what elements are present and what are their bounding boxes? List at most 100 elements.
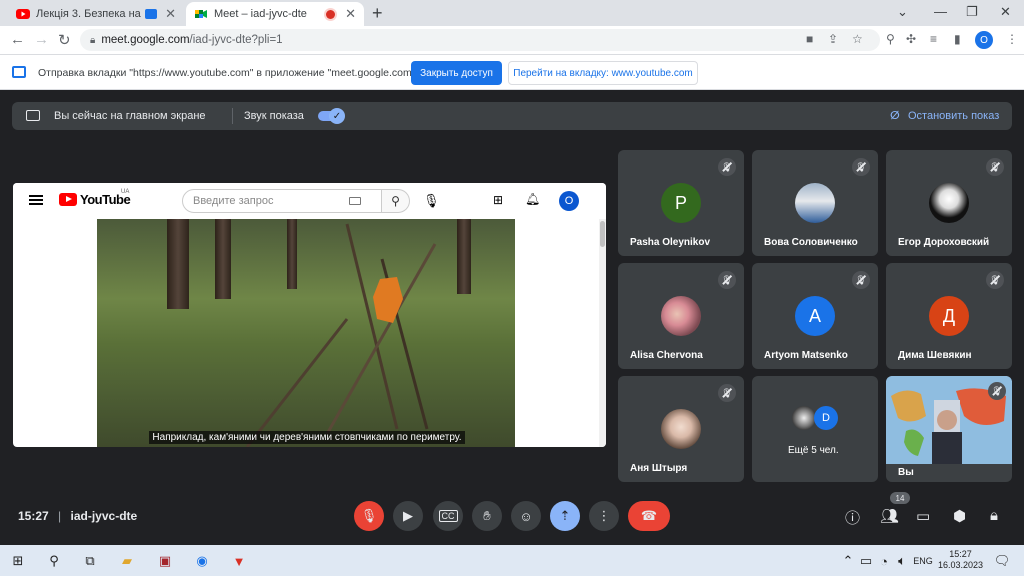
taskbar-clock[interactable]: 15:27 16.03.2023 xyxy=(938,549,983,571)
close-tab-icon[interactable]: ✕ xyxy=(345,6,356,22)
screen-share-icon xyxy=(12,66,26,78)
notifications-icon[interactable]: 🗨︎ xyxy=(992,551,1012,571)
participant-tile[interactable]: 🎙︎ P Pasha Oleynikov xyxy=(618,150,744,256)
menu-kebab-icon[interactable]: ⋮ xyxy=(1006,32,1018,46)
create-video-icon[interactable]: ⊞ xyxy=(493,193,503,207)
participant-photo xyxy=(661,409,701,449)
leave-call-button[interactable]: ☎︎ xyxy=(628,501,670,531)
bookmark-star-icon[interactable]: ☆ xyxy=(852,32,863,46)
profile-avatar[interactable]: O xyxy=(975,31,993,49)
divider xyxy=(232,108,233,124)
stop-sharing-button[interactable]: Закрыть доступ xyxy=(411,61,502,85)
camera-icon: ▶ xyxy=(403,508,413,523)
captions-button[interactable]: CC xyxy=(433,501,463,531)
page-scrollbar[interactable] xyxy=(599,219,606,447)
participant-name: Дима Шевякин xyxy=(898,350,972,361)
present-icon: ⇡ xyxy=(559,508,571,523)
file-explorer-icon[interactable]: ▰ xyxy=(117,551,137,571)
chrome-icon[interactable]: ◉ xyxy=(192,551,212,571)
participant-tile[interactable]: 🎙︎ Аня Штыря xyxy=(618,376,744,482)
microphone-button[interactable]: 🎙︎ xyxy=(354,501,384,531)
new-tab-button[interactable]: + xyxy=(372,3,383,24)
present-screen-button[interactable]: ⇡ xyxy=(550,501,580,531)
battery-icon[interactable]: ▭ xyxy=(856,551,876,571)
camera-button[interactable]: ▶ xyxy=(393,501,423,531)
hamburger-menu-icon[interactable] xyxy=(29,195,43,205)
extension-icon[interactable]: ⚲ xyxy=(886,32,895,46)
side-panel-icon[interactable]: ▮ xyxy=(954,32,961,46)
divider: | xyxy=(58,509,62,523)
app-icon[interactable]: ▼ xyxy=(229,551,249,571)
youtube-search-button[interactable]: ⚲ xyxy=(382,189,410,213)
task-view-icon[interactable]: ⧉ xyxy=(80,551,100,571)
youtube-avatar[interactable]: O xyxy=(559,191,579,211)
self-tile[interactable]: 🎙︎ Вы xyxy=(886,376,1012,482)
tab-search-icon[interactable]: ⌄ xyxy=(897,4,908,20)
media-controls-icon[interactable]: ≡ xyxy=(930,32,937,46)
tab-youtube[interactable]: Лекція 3. Безпека на приро ✕ xyxy=(8,2,184,26)
captions-icon: CC xyxy=(438,510,458,522)
close-window-button[interactable]: ✕ xyxy=(1000,4,1011,20)
clock-time: 15:27 xyxy=(949,549,972,559)
puzzle-icon[interactable]: ✣ xyxy=(906,32,916,46)
muted-mic-icon: 🎙︎ xyxy=(718,384,736,402)
tab-meet[interactable]: Meet – iad-jyvc-dte ✕ xyxy=(186,2,364,26)
sharing-badge-icon xyxy=(145,9,158,19)
show-hidden-icons-icon[interactable]: ⌃ xyxy=(838,551,858,571)
participant-tile[interactable]: 🎙︎ Д Дима Шевякин xyxy=(886,263,1012,369)
more-participants-tile[interactable]: D Ещё 5 чел. xyxy=(752,376,878,482)
participant-tile[interactable]: 🎙︎ A Artyom Matsenko xyxy=(752,263,878,369)
youtube-logo-icon[interactable] xyxy=(59,193,77,206)
stop-presenting-button[interactable]: Остановить показ xyxy=(908,110,999,122)
camera-in-use-icon[interactable]: ■ xyxy=(806,32,813,46)
back-button[interactable]: ← xyxy=(10,31,25,48)
search-icon[interactable]: ⚲ xyxy=(44,551,64,571)
network-icon[interactable]: ◔ xyxy=(874,551,894,571)
participant-name: Pasha Oleynikov xyxy=(630,237,711,248)
chat-icon[interactable]: ▭ xyxy=(916,507,930,525)
mic-off-icon: 🎙︎ xyxy=(360,508,378,523)
muted-mic-icon: 🎙︎ xyxy=(852,158,870,176)
present-screen-icon xyxy=(26,110,40,121)
tab-strip: Лекція 3. Безпека на приро ✕ Meet – iad-… xyxy=(0,0,1024,26)
participant-tile[interactable]: 🎙︎ Вова Соловиченко xyxy=(752,150,878,256)
raise-hand-button[interactable]: ✋︎ xyxy=(472,501,502,531)
keyboard-icon[interactable] xyxy=(349,197,361,205)
video-player[interactable]: Наприклад, кам'яними чи дерев'яними стов… xyxy=(97,219,515,447)
participant-name: Вы xyxy=(898,467,914,478)
reactions-button[interactable]: ☺ xyxy=(511,501,541,531)
microphone-icon[interactable]: 🎙︎ xyxy=(423,193,440,209)
host-controls-icon[interactable]: 🔒︎ xyxy=(990,507,998,524)
hand-icon: ✋︎ xyxy=(483,508,491,523)
close-tab-icon[interactable]: ✕ xyxy=(165,6,176,22)
more-options-button[interactable]: ⋮ xyxy=(589,501,619,531)
notifications-bell-icon[interactable]: 🔔︎ xyxy=(525,192,540,206)
participant-avatar: Д xyxy=(929,296,969,336)
windows-start-icon[interactable]: ⊞ xyxy=(8,551,28,571)
restore-button[interactable]: ❐ xyxy=(966,4,978,20)
participant-tile[interactable]: 🎙︎ Егор Дороховский xyxy=(886,150,1012,256)
meeting-details-icon[interactable]: ⓘ xyxy=(845,507,860,528)
muted-mic-icon: 🎙︎ xyxy=(986,158,1004,176)
people-icon[interactable]: 👥︎ xyxy=(880,507,899,525)
save-disk-icon[interactable]: ▣ xyxy=(155,551,175,571)
share-audio-label: Звук показа xyxy=(244,110,304,122)
volume-icon[interactable]: 🔈︎ xyxy=(892,551,912,571)
more-vert-icon: ⋮ xyxy=(597,508,611,523)
forward-button[interactable]: → xyxy=(34,31,49,48)
participant-tile[interactable]: 🎙︎ Alisa Chervona xyxy=(618,263,744,369)
language-indicator[interactable]: ENG xyxy=(912,551,934,571)
presenting-bar: Вы сейчас на главном экране Звук показа … xyxy=(12,102,1012,130)
participant-photo xyxy=(929,183,969,223)
share-audio-toggle[interactable]: ✓ xyxy=(318,108,345,124)
url-field[interactable]: 🔒︎ meet.google.com/iad-jyvc-dte?pli=1 xyxy=(80,29,880,51)
activities-icon[interactable]: ⬢ xyxy=(953,507,966,525)
muted-mic-icon: 🎙︎ xyxy=(718,158,736,176)
participant-name: Artyom Matsenko xyxy=(764,350,848,361)
switch-to-tab-button[interactable]: Перейти на вкладку: www.youtube.com xyxy=(508,61,698,85)
check-icon: ✓ xyxy=(329,108,345,124)
sharing-message: Отправка вкладки "https://www.youtube.co… xyxy=(38,67,425,79)
minimize-button[interactable]: — xyxy=(934,4,947,19)
share-icon[interactable]: ⇪ xyxy=(828,32,838,46)
reload-button[interactable]: ↻ xyxy=(58,31,71,49)
